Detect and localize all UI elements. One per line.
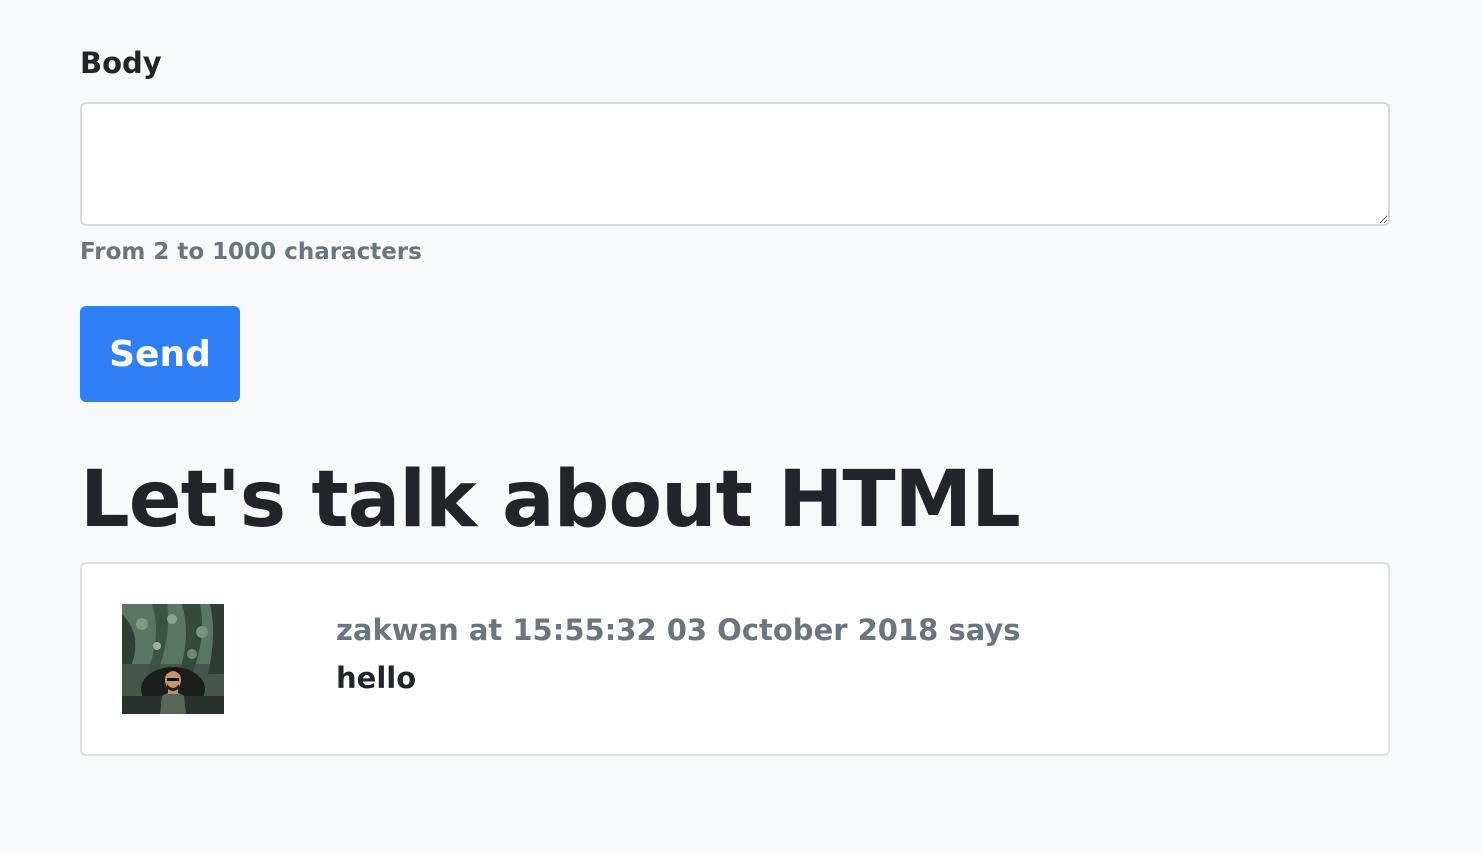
- user-photo-icon: [122, 604, 224, 714]
- avatar: [122, 604, 224, 714]
- body-help-text: From 2 to 1000 characters: [80, 239, 422, 265]
- send-button[interactable]: Send: [80, 306, 240, 402]
- body-textarea[interactable]: [80, 102, 1390, 226]
- body-label: Body: [80, 46, 162, 80]
- thread-title: Let's talk about HTML: [80, 455, 1021, 545]
- comment-meta: zakwan at 15:55:32 03 October 2018 says: [336, 613, 1021, 647]
- comment-card: zakwan at 15:55:32 03 October 2018 says …: [80, 562, 1390, 756]
- comment-body: hello: [336, 661, 417, 695]
